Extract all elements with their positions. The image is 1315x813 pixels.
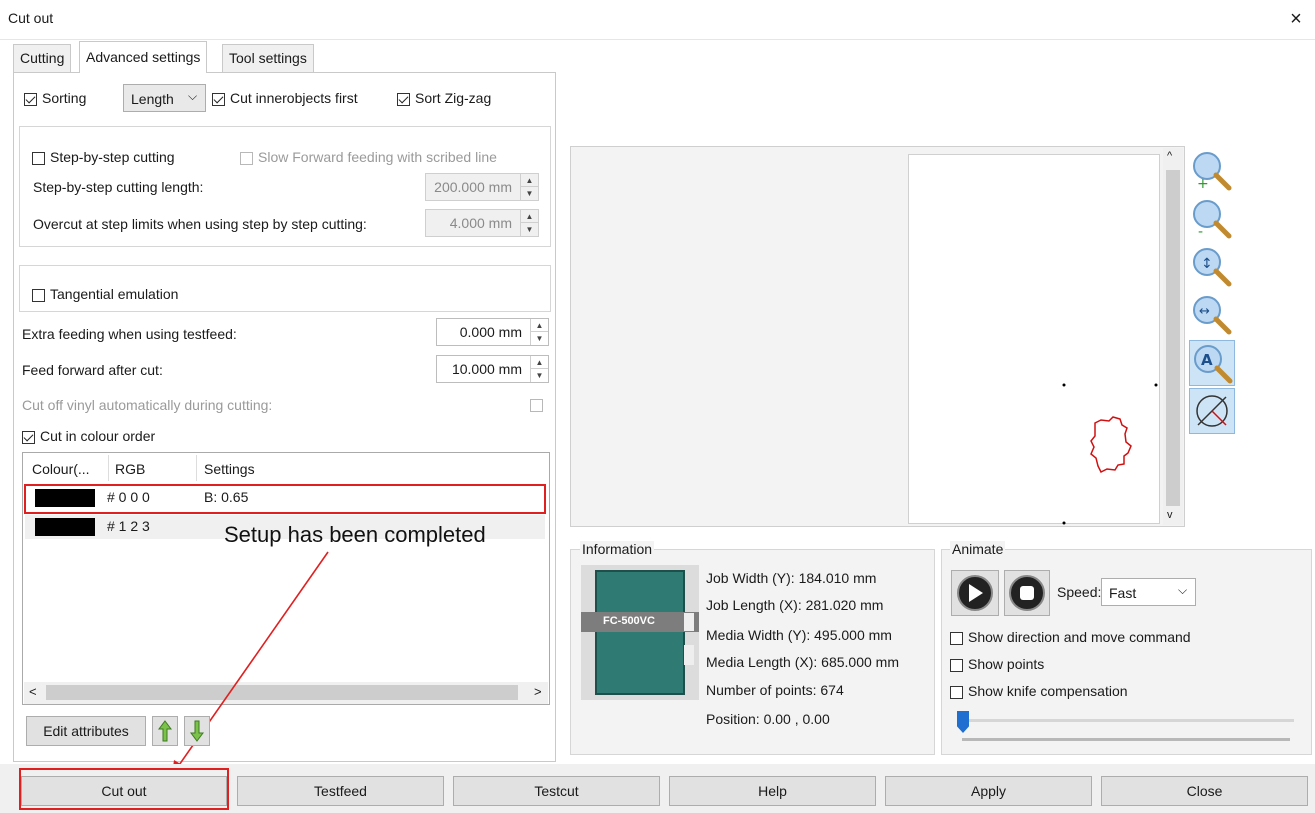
- media-length-text: Media Length (X): 685.000 mm: [706, 654, 899, 670]
- device-model-label: FC-500VC: [603, 615, 655, 627]
- close-button[interactable]: Close: [1101, 776, 1308, 806]
- stop-icon: [1009, 575, 1045, 611]
- play-button[interactable]: [951, 570, 999, 616]
- device-handle: [684, 645, 694, 665]
- edit-attributes-button[interactable]: Edit attributes: [26, 716, 146, 746]
- chevron-down-icon: ⌵: [1178, 583, 1188, 597]
- device-body: [595, 570, 685, 695]
- show-knife-label: Show knife compensation: [968, 683, 1128, 699]
- position-text: Position: 0.00 , 0.00: [706, 711, 830, 727]
- tab-advanced-settings[interactable]: Advanced settings: [79, 41, 208, 73]
- speed-select[interactable]: Fast ⌵: [1101, 578, 1196, 606]
- svg-text:+: +: [1197, 176, 1209, 192]
- stop-button[interactable]: [1004, 570, 1050, 616]
- scrollbar-thumb[interactable]: [1166, 170, 1180, 506]
- progress-track: [962, 738, 1290, 741]
- device-handle: [684, 613, 694, 631]
- speed-label: Speed:: [1057, 584, 1102, 600]
- svg-text:↕: ↕: [1201, 256, 1213, 272]
- job-width-text: Job Width (Y): 184.010 mm: [706, 570, 877, 586]
- zoom-out-icon[interactable]: -: [1189, 196, 1235, 242]
- media-page: [908, 154, 1160, 525]
- job-length-text: Job Length (X): 281.020 mm: [706, 597, 884, 613]
- zoom-none-icon[interactable]: [1189, 388, 1235, 434]
- device-image: FC-500VC: [581, 565, 699, 700]
- show-direction-label: Show direction and move command: [968, 629, 1191, 645]
- move-down-button[interactable]: [184, 716, 210, 746]
- animation-slider-track[interactable]: [962, 719, 1294, 722]
- vertical-scrollbar[interactable]: ^ v: [1163, 148, 1183, 525]
- scroll-up-icon[interactable]: ^: [1167, 150, 1172, 162]
- zoom-auto-icon[interactable]: A: [1189, 340, 1235, 386]
- testcut-button[interactable]: Testcut: [453, 776, 660, 806]
- number-of-points-text: Number of points: 674: [706, 682, 844, 698]
- animate-title: Animate: [950, 541, 1006, 557]
- zoom-fit-height-icon[interactable]: ↕: [1189, 244, 1235, 290]
- testfeed-button[interactable]: Testfeed: [237, 776, 444, 806]
- svg-text:A: A: [1201, 351, 1213, 369]
- apply-button[interactable]: Apply: [885, 776, 1092, 806]
- help-button[interactable]: Help: [669, 776, 876, 806]
- move-up-button[interactable]: [152, 716, 178, 746]
- svg-text:↔: ↔: [1199, 304, 1210, 319]
- preview-canvas[interactable]: ^ v: [570, 146, 1185, 527]
- show-points-checkbox[interactable]: [950, 656, 963, 672]
- information-title: Information: [580, 541, 655, 557]
- media-width-text: Media Width (Y): 495.000 mm: [706, 627, 892, 643]
- play-icon: [957, 575, 993, 611]
- cut-shape: [1062, 383, 1158, 525]
- scroll-down-icon[interactable]: v: [1167, 509, 1173, 521]
- cut-out-highlight-box: [19, 768, 229, 810]
- show-knife-checkbox[interactable]: [950, 683, 963, 699]
- show-points-label: Show points: [968, 656, 1045, 672]
- show-direction-checkbox[interactable]: [950, 629, 963, 645]
- zoom-in-icon[interactable]: +: [1189, 148, 1235, 194]
- speed-value: Fast: [1109, 585, 1137, 601]
- svg-text:-: -: [1198, 224, 1203, 240]
- zoom-fit-width-icon[interactable]: ↔: [1189, 292, 1235, 338]
